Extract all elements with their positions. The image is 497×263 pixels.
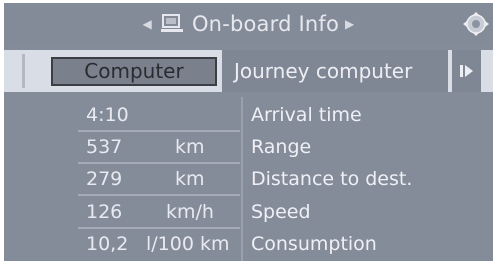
speed-value: 126 [86,201,123,223]
chevron-right-icon[interactable]: ▶ [345,17,354,31]
consumption-label: Consumption [251,233,377,255]
distance-value: 279 [86,168,123,190]
monitor-icon [160,14,183,34]
row-separator [78,194,240,196]
onboard-info-screen: ◀ On-board Info ▶ Computer Journey compu… [4,3,493,261]
consumption-value: 10,2 [86,233,129,255]
row-distance-to-dest[interactable]: 279 km Distance to dest. [4,165,493,197]
controller-knob-icon [461,11,491,37]
row-separator [78,130,240,132]
page-title: On-board Info [191,11,340,36]
row-speed[interactable]: 126 km/h Speed [4,198,493,230]
row-separator [78,227,240,229]
tab-bar: Computer Journey computer [4,50,493,92]
distance-label: Distance to dest. [251,168,413,190]
distance-unit: km [175,168,205,190]
range-value: 537 [86,136,123,158]
title-bar: ◀ On-board Info ▶ [4,3,493,45]
consumption-unit: l/100 km [146,233,230,255]
speed-unit: km/h [166,201,214,223]
arrival-time-value: 4:10 [86,104,129,126]
arrival-time-label: Arrival time [251,104,362,126]
row-separator [78,162,240,164]
row-arrival-time[interactable]: 4:10 Arrival time [4,101,493,133]
range-label: Range [251,136,312,158]
range-unit: km [175,136,205,158]
play-right-icon[interactable] [452,50,481,92]
chevron-left-icon[interactable]: ◀ [143,17,152,31]
row-range[interactable]: 537 km Range [4,133,493,165]
tab-journey-computer[interactable]: Journey computer [222,50,448,92]
tab-computer[interactable]: Computer [51,57,217,86]
row-consumption[interactable]: 10,2 l/100 km Consumption [4,230,493,261]
speed-label: Speed [251,201,311,223]
tab-bar-edge [22,54,25,88]
